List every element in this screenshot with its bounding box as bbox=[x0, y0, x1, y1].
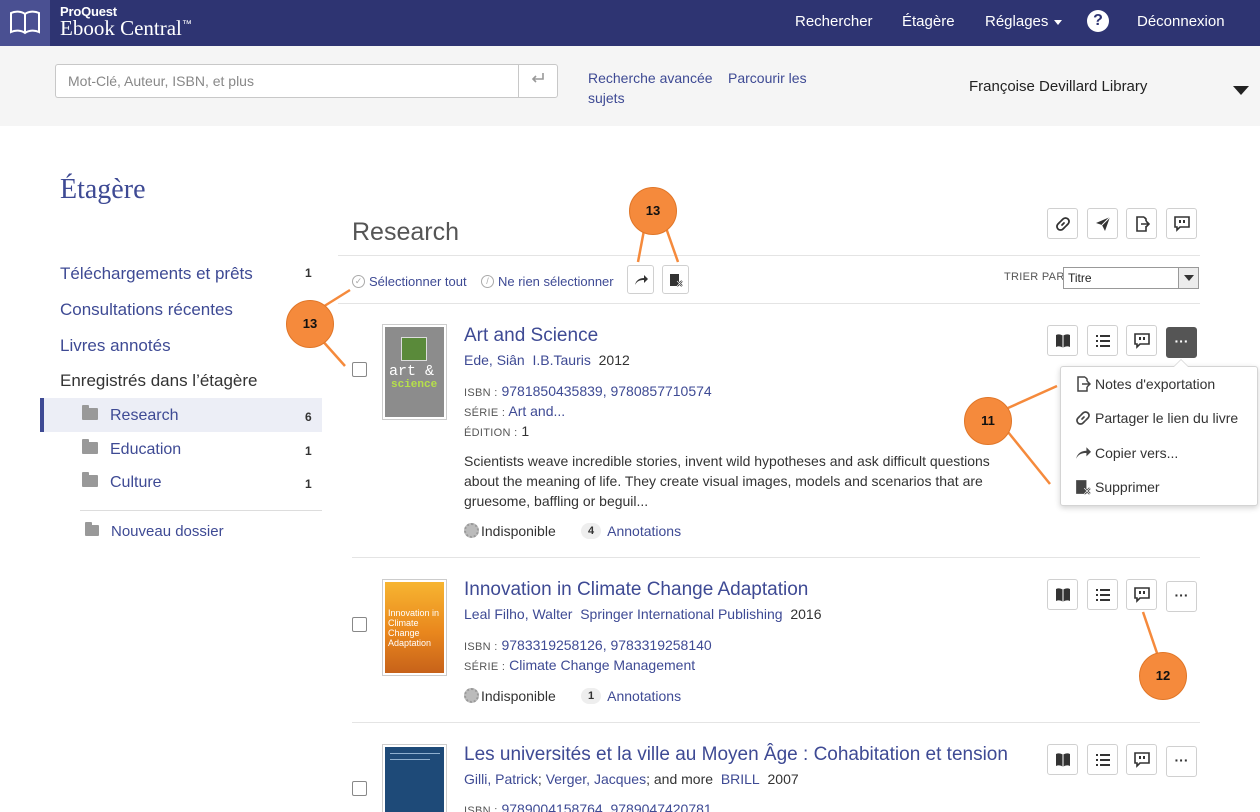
callout-13-checkbox: 13 bbox=[286, 300, 334, 348]
callout-pointers bbox=[317, 224, 1160, 657]
callout-12-annotations: 12 bbox=[1139, 652, 1187, 700]
callout-13-toolbar: 13 bbox=[629, 187, 677, 235]
callout-11-menu: 11 bbox=[964, 397, 1012, 445]
